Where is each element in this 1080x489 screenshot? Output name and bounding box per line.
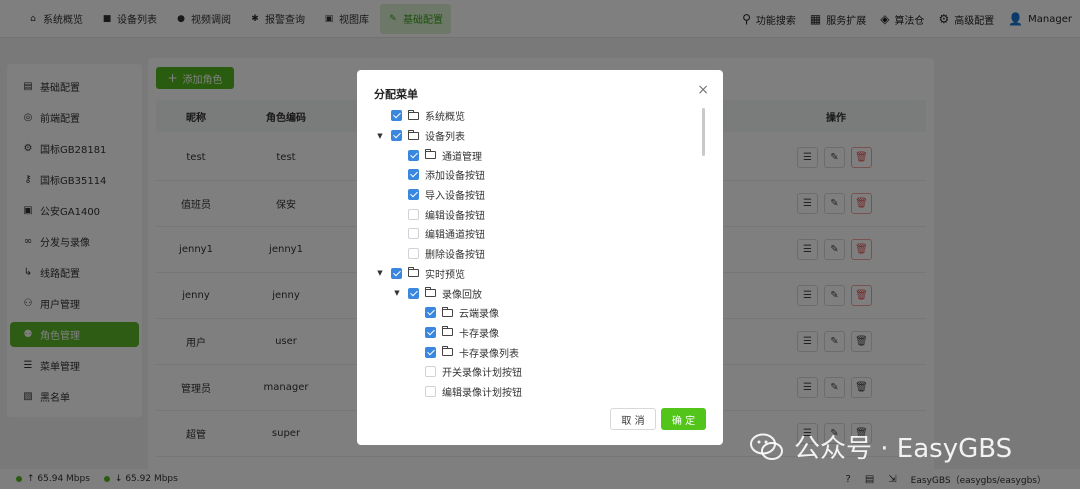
checkbox-checked[interactable] xyxy=(408,287,419,299)
checkbox-checked[interactable] xyxy=(391,267,402,279)
checkbox-unchecked[interactable] xyxy=(408,208,419,220)
tree-node-label: 编辑设备按钮 xyxy=(425,210,485,222)
checkbox-unchecked[interactable] xyxy=(408,248,419,260)
tree-node-label: 导入设备按钮 xyxy=(425,191,485,203)
checkbox-unchecked[interactable] xyxy=(425,385,436,397)
checkbox-checked[interactable] xyxy=(408,169,419,181)
tree-node[interactable]: ▼ 实时预览 xyxy=(375,264,705,284)
folder-icon xyxy=(408,129,419,140)
checkbox-checked[interactable] xyxy=(391,110,402,122)
tree-node[interactable]: 编辑录像计划按钮 xyxy=(375,382,705,402)
wechat-icon xyxy=(750,433,783,460)
tree-node[interactable]: ▼ 设备列表 xyxy=(375,126,705,146)
tree-node-label: 编辑通道按钮 xyxy=(425,230,485,242)
tree-node[interactable]: 卡存录像列表 xyxy=(375,342,705,362)
checkbox-checked[interactable] xyxy=(425,346,436,358)
tree-node-label: 设备列表 xyxy=(425,132,465,144)
checkbox-checked[interactable] xyxy=(408,149,419,161)
tree-node[interactable]: 开关录像计划按钮 xyxy=(375,362,705,382)
tree-node-label: 系统概览 xyxy=(425,112,465,124)
folder-icon xyxy=(408,267,419,278)
tree-node[interactable]: ▼ 录像回放 xyxy=(375,283,705,303)
checkbox-checked[interactable] xyxy=(425,307,436,319)
cancel-button[interactable]: 取 消 xyxy=(610,408,656,430)
folder-icon xyxy=(408,109,419,120)
folder-icon xyxy=(442,306,453,317)
tree-node-label: 卡存录像列表 xyxy=(459,348,519,360)
tree-node[interactable]: 删除设备按钮 xyxy=(375,244,705,264)
tree-node[interactable]: 通道管理 xyxy=(375,145,705,165)
dialog-title: 分配菜单 xyxy=(374,88,418,101)
tree-node[interactable]: 编辑通道按钮 xyxy=(375,224,705,244)
tree-node-label: 通道管理 xyxy=(442,151,482,163)
checkbox-checked[interactable] xyxy=(408,189,419,201)
tree-node[interactable]: 添加设备按钮 xyxy=(375,165,705,185)
folder-icon xyxy=(442,346,453,357)
tree-node-label: 开关录像计划按钮 xyxy=(442,368,522,380)
checkbox-checked[interactable] xyxy=(425,326,436,338)
tree-node-label: 添加设备按钮 xyxy=(425,171,485,183)
caret-down-icon[interactable]: ▼ xyxy=(392,289,402,297)
tree-scrollbar[interactable] xyxy=(702,108,705,156)
tree-node-label: 编辑录像计划按钮 xyxy=(442,387,522,399)
tree-node[interactable]: 卡存录像 xyxy=(375,323,705,343)
tree-node-label: 卡存录像 xyxy=(459,328,499,340)
checkbox-unchecked[interactable] xyxy=(425,366,436,378)
folder-icon xyxy=(442,326,453,337)
tree-node-label: 云端录像 xyxy=(459,309,499,321)
watermark-text: 公众号 · EasyGBS xyxy=(794,434,1013,464)
tree-node[interactable]: 导入设备按钮 xyxy=(375,185,705,205)
menu-tree: 系统概览 ▼ 设备列表 通道管理 添加设备按钮 导入设备按钮 编辑设备按钮 编辑… xyxy=(375,106,705,402)
tree-node-label: 删除设备按钮 xyxy=(425,250,485,262)
caret-down-icon[interactable]: ▼ xyxy=(375,269,385,277)
tree-node-label: 实时预览 xyxy=(425,269,465,281)
tree-node[interactable]: 编辑设备按钮 xyxy=(375,204,705,224)
tree-node[interactable]: 系统概览 xyxy=(375,106,705,126)
assign-menu-dialog: 分配菜单 × 系统概览 ▼ 设备列表 通道管理 添加设备按钮 导入设备按钮 编辑… xyxy=(357,70,723,445)
caret-down-icon[interactable]: ▼ xyxy=(375,132,385,140)
checkbox-unchecked[interactable] xyxy=(408,228,419,240)
close-icon[interactable]: × xyxy=(697,82,709,98)
tree-node-label: 录像回放 xyxy=(442,289,482,301)
folder-icon xyxy=(425,287,436,298)
checkbox-checked[interactable] xyxy=(391,130,402,142)
confirm-button[interactable]: 确 定 xyxy=(661,408,706,430)
tree-node[interactable]: 云端录像 xyxy=(375,303,705,323)
watermark: 公众号 · EasyGBS xyxy=(750,428,1012,465)
folder-icon xyxy=(425,149,436,160)
